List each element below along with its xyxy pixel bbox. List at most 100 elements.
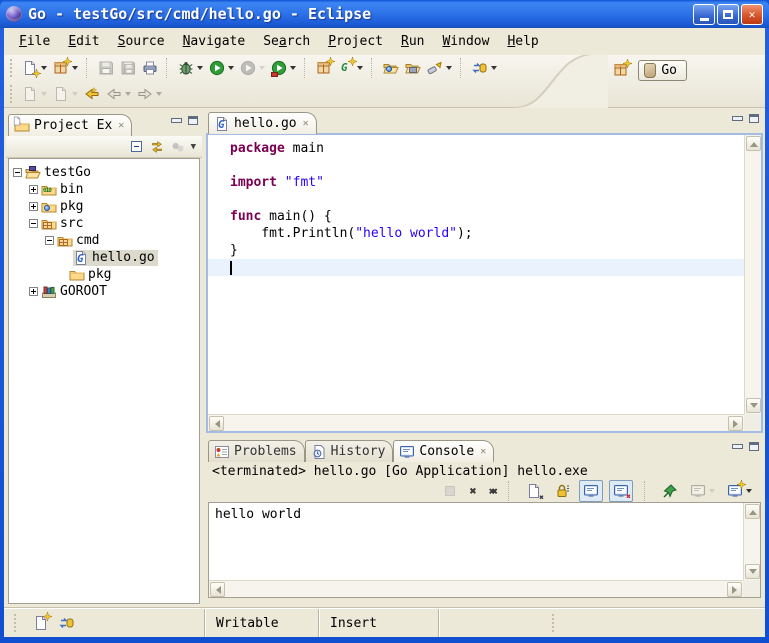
code-line-3[interactable]: import "fmt" [208,174,744,191]
minimize-console-button[interactable] [732,444,743,449]
menu-help[interactable]: Help [498,31,547,52]
last-edit-location-button[interactable] [81,84,103,104]
code-line-7[interactable]: } [208,242,744,259]
window-maximize-button[interactable] [717,4,739,25]
code-line-1[interactable]: package main [208,140,744,157]
debug-button[interactable] [175,58,206,78]
menu-run[interactable]: Run [392,31,433,52]
window-minimize-button[interactable] [693,4,715,25]
minimize-view-button[interactable] [171,118,182,123]
new-package-button[interactable] [50,58,81,78]
scroll-left-button[interactable] [210,582,225,597]
menu-window[interactable]: Window [433,31,498,52]
menu-edit[interactable]: Edit [59,31,108,52]
scroll-right-button[interactable] [727,582,742,597]
dropdown-icon[interactable] [228,66,234,70]
scroll-left-button[interactable] [209,416,224,431]
menu-file[interactable]: File [10,31,59,52]
maximize-view-button[interactable] [188,116,198,125]
tab-history[interactable]: History [305,440,394,462]
scroll-up-button[interactable] [746,136,761,151]
dropdown-icon[interactable] [156,92,162,96]
statusbar-grip[interactable] [552,614,556,632]
maximize-console-button[interactable] [749,442,759,451]
external-tools-button[interactable] [268,58,299,78]
dropdown-icon[interactable] [41,66,47,70]
run-button[interactable] [206,58,237,78]
dropdown-icon[interactable] [125,92,131,96]
tree-item-testgo[interactable]: testGo [9,164,199,181]
menu-project[interactable]: Project [319,31,392,52]
collapse-expander[interactable] [45,236,54,245]
new-go-project-button[interactable] [313,58,335,78]
new-go-element-button[interactable]: G [335,58,366,78]
menu-source[interactable]: Source [109,31,174,52]
collapse-all-button[interactable] [131,141,142,152]
dropdown-icon[interactable] [72,92,78,96]
open-project-button[interactable] [402,58,424,78]
show-console-stdout-button[interactable] [579,480,603,502]
open-resource-button[interactable] [380,58,402,78]
dropdown-icon[interactable] [357,66,363,70]
filters-icon[interactable] [172,142,184,152]
go-perspective-button[interactable]: Go [638,60,687,81]
expand-expander[interactable] [29,287,38,296]
code-editor[interactable]: package main import "fmt" func main() { … [206,133,763,433]
scroll-lock-button[interactable] [551,481,573,501]
dropdown-icon[interactable] [259,66,265,70]
open-console-button[interactable] [724,481,755,501]
back-button[interactable] [103,84,134,104]
view-menu-button[interactable]: ▼ [191,142,196,152]
tree-item-goroot[interactable]: GOROOT [9,283,199,300]
tree-item-src-pkg[interactable]: pkg [9,266,199,283]
toolbar-grip[interactable] [10,59,14,77]
previous-annotation-button[interactable] [50,84,81,104]
link-with-editor-button[interactable] [149,140,165,154]
expand-expander[interactable] [29,185,38,194]
window-close-button[interactable]: ✕ [741,4,763,25]
scroll-up-button[interactable] [745,504,760,519]
sync-status-icon[interactable] [59,615,75,631]
close-icon[interactable]: ✕ [301,118,309,129]
dropdown-icon[interactable] [290,66,296,70]
clear-console-button[interactable]: ✖ [523,481,545,501]
expand-expander[interactable] [29,202,38,211]
code-line-8-current[interactable] [208,259,744,276]
terminate-button[interactable] [439,481,461,501]
next-annotation-button[interactable] [19,84,50,104]
code-area[interactable]: package main import "fmt" func main() { … [208,135,744,414]
tree-item-cmd[interactable]: cmd [9,232,199,249]
collapse-expander[interactable] [29,219,38,228]
run-history-button[interactable] [237,58,268,78]
scroll-down-button[interactable] [746,398,761,413]
dropdown-icon[interactable] [72,66,78,70]
fast-view-icon[interactable] [33,615,49,631]
editor-vertical-scrollbar[interactable] [744,135,761,414]
collapse-expander[interactable] [13,168,22,177]
save-button[interactable] [95,58,117,78]
tab-console[interactable]: Console ✕ [393,440,494,462]
eclipse-app-icon[interactable] [6,6,22,22]
close-icon[interactable]: ✕ [116,120,124,131]
pin-console-button[interactable] [659,481,681,501]
dropdown-icon[interactable] [709,489,715,493]
print-button[interactable] [139,58,161,78]
scroll-right-button[interactable] [728,416,743,431]
open-perspective-button[interactable] [610,60,632,80]
code-line-6[interactable]: fmt.Println("hello world"); [208,225,744,242]
menu-navigate[interactable]: Navigate [174,31,255,52]
editor-horizontal-scrollbar[interactable] [208,414,744,431]
project-tree[interactable]: testGo 010 bin pkg sr [8,158,200,604]
tab-hello-go[interactable]: G hello.go ✕ [208,112,317,134]
search-button[interactable] [424,58,455,78]
console-horizontal-scrollbar[interactable] [209,580,743,597]
remove-all-launches-button[interactable]: ✖✖ [486,484,497,499]
tree-item-pkg[interactable]: pkg [9,198,199,215]
code-line-5[interactable]: func main() { [208,208,744,225]
minimize-editor-button[interactable] [732,116,743,121]
code-line-2[interactable] [208,157,744,174]
console-vertical-scrollbar[interactable] [743,503,760,580]
close-icon[interactable]: ✕ [478,446,486,457]
tree-item-bin[interactable]: 010 bin [9,181,199,198]
remove-launch-button[interactable]: ✖ [467,483,480,499]
